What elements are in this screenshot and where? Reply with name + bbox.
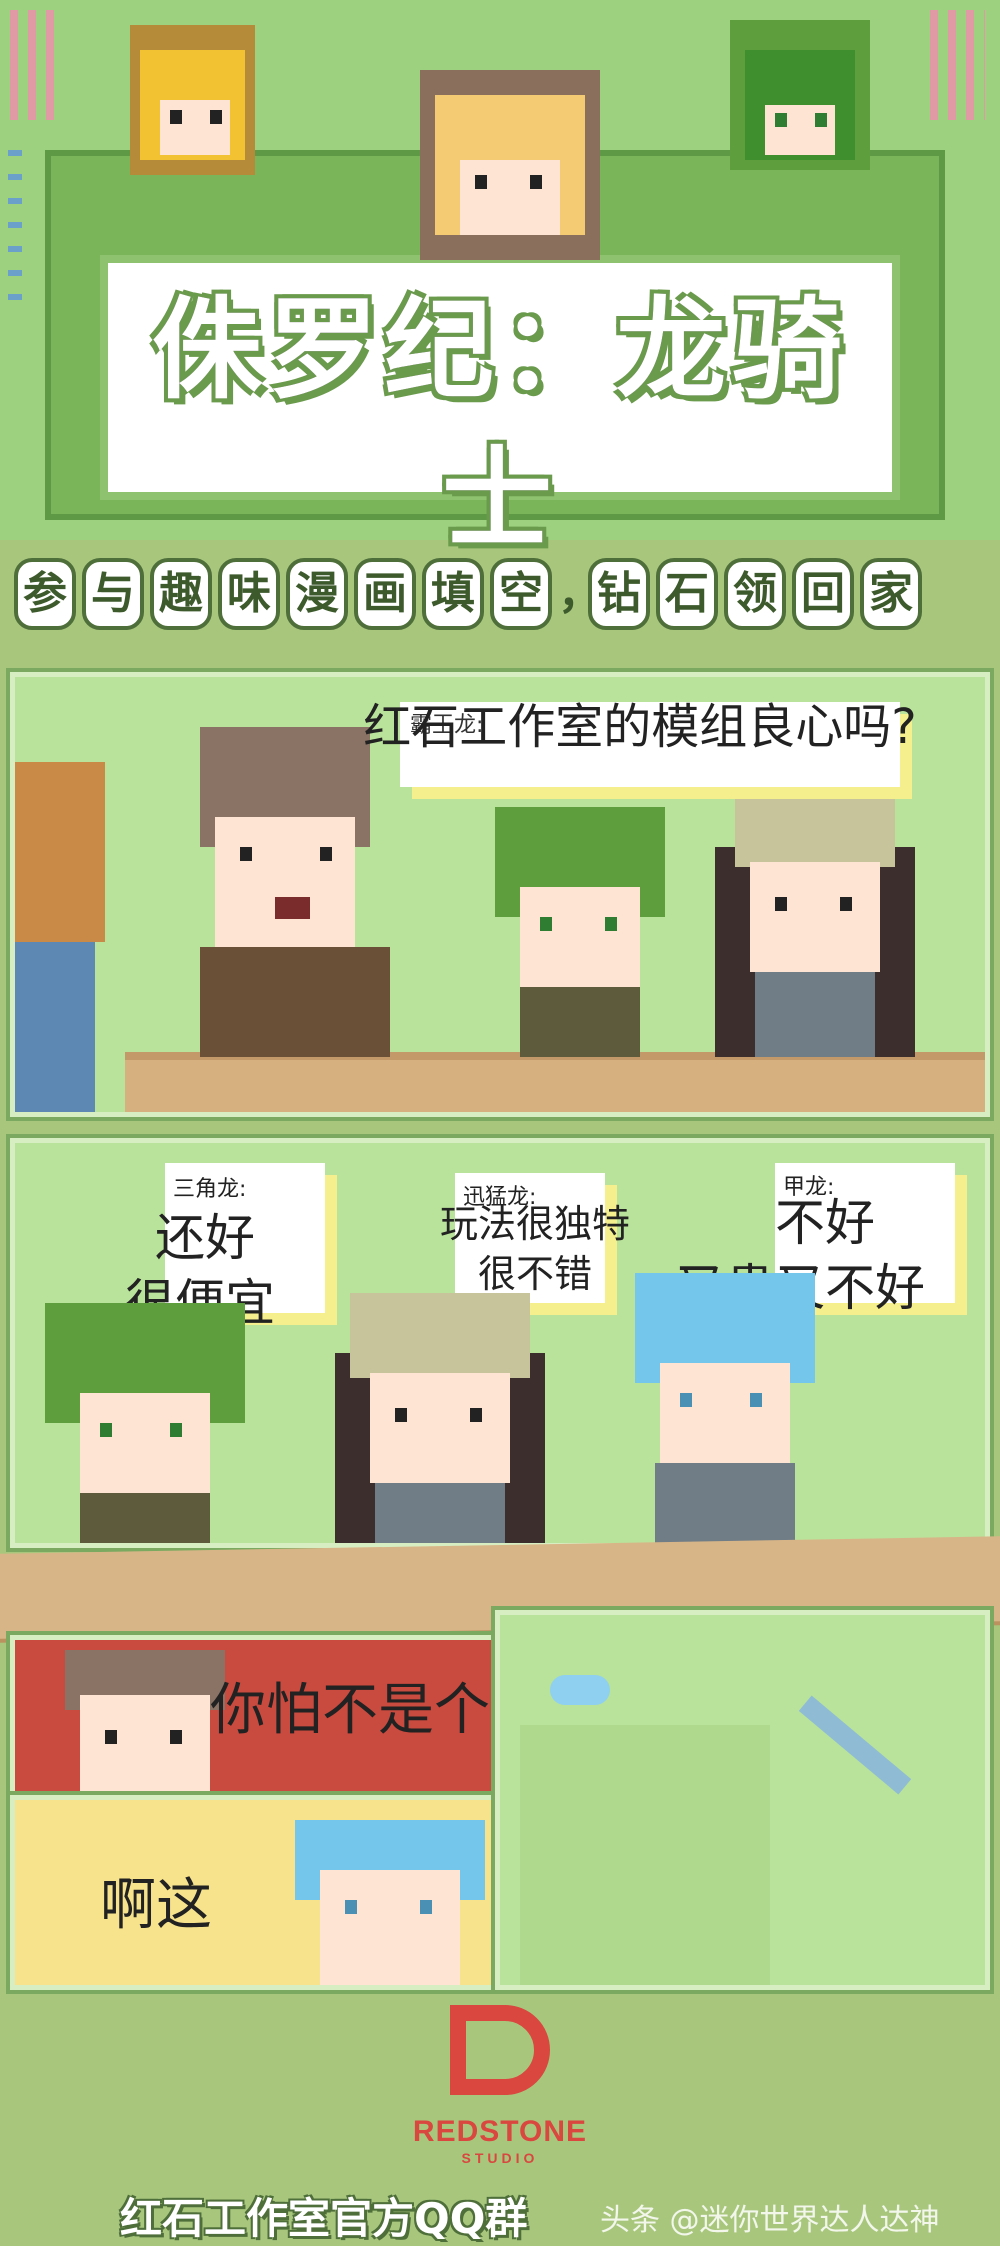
dot-column-icon	[8, 150, 22, 310]
subtitle-char: 参	[14, 558, 76, 630]
subtitle-char: 钻	[588, 558, 650, 630]
speech-line-raptor-1: 玩法很独特	[439, 1202, 630, 1246]
character-raptor	[715, 787, 915, 1057]
subtitle-char: 与	[82, 558, 144, 630]
comic-panel-1: 霸王龙: 红石工作室的模组良心吗?	[6, 668, 994, 1121]
subtitle-char: 领	[724, 558, 786, 630]
subtitle-char: ，	[558, 568, 602, 619]
speech-line-ankylosaur-1: 不好	[775, 1194, 875, 1252]
mascot-green	[720, 5, 880, 185]
counter-desk	[125, 1052, 985, 1112]
subtitle-char: 回	[792, 558, 854, 630]
subtitle-char: 趣	[150, 558, 212, 630]
group-label: 红石工作室官方QQ群	[120, 2194, 528, 2243]
subtitle-char: 画	[354, 558, 416, 630]
castle-background	[520, 1725, 770, 1985]
falling-character-icon	[798, 1695, 912, 1795]
footer-logo: REDSTONE STUDIO	[400, 2005, 600, 2175]
subtitle-char: 填	[422, 558, 484, 630]
subtitle-banner: 参与趣味漫画填空，钻石领回家	[0, 548, 1000, 658]
redstone-logo-icon	[450, 2005, 550, 2095]
speech-text-trex: 红石工作室的模组良心吗?	[363, 699, 917, 755]
watermark-text: 头条 @迷你世界达人达神	[600, 2203, 940, 2238]
logo-text: REDSTONE	[412, 2115, 588, 2148]
speech-text-panel3: 你怕不是个	[210, 1678, 490, 1743]
pink-stripes-left	[10, 10, 60, 120]
page-title: 侏罗纪：龙骑士	[152, 286, 848, 564]
pink-stripes-right	[930, 10, 985, 120]
character-trex-2	[65, 1650, 225, 1810]
comic-panel-4: 啊这	[6, 1791, 524, 1994]
character-trex	[180, 707, 400, 1057]
character-triceratops	[495, 797, 665, 1057]
character-ankylosaur-2	[295, 1820, 485, 1985]
mascot-brown	[410, 50, 610, 270]
speech-line-raptor-2: 很不错	[477, 1252, 592, 1296]
cloud-icon	[550, 1675, 610, 1705]
character-raptor-2	[335, 1293, 545, 1543]
subtitle-char: 味	[218, 558, 280, 630]
subtitle-char: 漫	[286, 558, 348, 630]
character-left-hair	[15, 762, 105, 942]
subtitle-char: 空	[490, 558, 552, 630]
character-triceratops-2	[45, 1283, 245, 1543]
subtitle-char: 石	[656, 558, 718, 630]
subtitle-char: 家	[860, 558, 922, 630]
mascot-yellow	[110, 10, 270, 190]
speech-line-triceratops-1: 还好	[155, 1209, 255, 1267]
character-ankylosaur	[625, 1273, 825, 1543]
comic-panel-3: 你怕不是个	[6, 1631, 524, 1819]
comic-panel-2: 三角龙: 还好 很便宜 迅猛龙: 玩法很独特 很不错 甲龙: 不好 又贵又不好	[6, 1134, 994, 1552]
header-banner: 侏罗纪：龙骑士	[0, 0, 1000, 564]
speech-text-panel4: 啊这	[100, 1873, 212, 1938]
logo-subtext: STUDIO	[461, 2150, 539, 2166]
comic-panel-5	[491, 1606, 994, 1994]
